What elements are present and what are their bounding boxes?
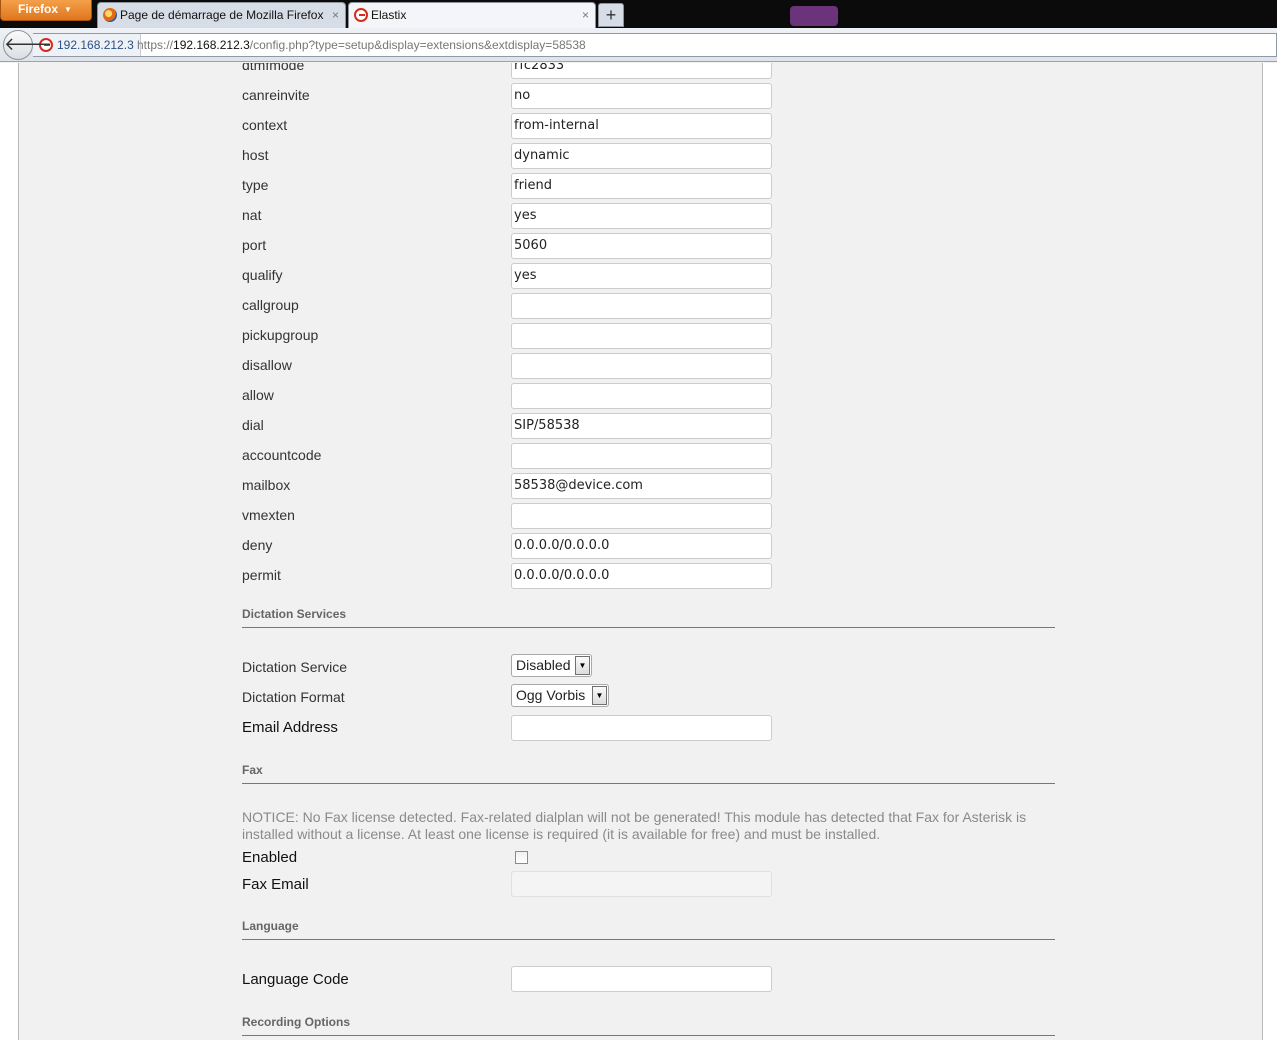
setting-input-pickupgroup[interactable] bbox=[511, 323, 772, 349]
address-bar[interactable]: 192.168.212.3 https://192.168.212.3/conf… bbox=[33, 33, 1277, 57]
dictation-section-header: Dictation Services bbox=[242, 607, 1055, 628]
setting-label-context: context bbox=[242, 117, 288, 133]
tab-title: Page de démarrage de Mozilla Firefox bbox=[120, 8, 324, 22]
setting-input-context[interactable]: from-internal bbox=[511, 113, 772, 139]
setting-input-deny[interactable]: 0.0.0.0/0.0.0.0 bbox=[511, 533, 772, 559]
setting-input-nat[interactable]: yes bbox=[511, 203, 772, 229]
setting-label-dial: dial bbox=[242, 417, 264, 433]
setting-input-callgroup[interactable] bbox=[511, 293, 772, 319]
dictation-email-label: Email Address bbox=[242, 719, 338, 736]
elastix-favicon-icon bbox=[354, 8, 368, 22]
setting-label-nat: nat bbox=[242, 207, 262, 223]
firefox-menu-label: Firefox bbox=[18, 2, 59, 16]
chevron-down-icon: ▼ bbox=[592, 686, 607, 705]
setting-input-allow[interactable] bbox=[511, 383, 772, 409]
setting-label-qualify: qualify bbox=[242, 267, 283, 283]
vertical-scrollbar[interactable] bbox=[1263, 63, 1277, 1040]
setting-input-mailbox[interactable]: 58538@device.com bbox=[511, 473, 772, 499]
navigation-bar: 192.168.212.3 https://192.168.212.3/conf… bbox=[0, 28, 1277, 62]
new-tab-button[interactable]: + bbox=[598, 3, 624, 27]
setting-label-deny: deny bbox=[242, 537, 273, 553]
setting-label-type: type bbox=[242, 177, 269, 193]
setting-label-mailbox: mailbox bbox=[242, 477, 291, 493]
url-host: 192.168.212.3 bbox=[173, 38, 250, 52]
recording-section-header: Recording Options bbox=[242, 1015, 1055, 1036]
setting-input-host[interactable]: dynamic bbox=[511, 143, 772, 169]
setting-label-host: host bbox=[242, 147, 269, 163]
setting-label-allow: allow bbox=[242, 387, 274, 403]
setting-label-callgroup: callgroup bbox=[242, 297, 299, 313]
dictation-email-input[interactable] bbox=[511, 715, 772, 741]
setting-input-qualify[interactable]: yes bbox=[511, 263, 772, 289]
site-identity-label: 192.168.212.3 bbox=[57, 38, 134, 52]
setting-input-port[interactable]: 5060 bbox=[511, 233, 772, 259]
url-text[interactable]: https://192.168.212.3/config.php?type=se… bbox=[137, 34, 586, 56]
dictation-format-label: Dictation Format bbox=[242, 689, 345, 705]
chevron-down-icon: ▼ bbox=[64, 5, 72, 14]
setting-input-type[interactable]: friend bbox=[511, 173, 772, 199]
tab-start-page[interactable]: Page de démarrage de Mozilla Firefox × bbox=[97, 2, 346, 28]
setting-label-pickupgroup: pickupgroup bbox=[242, 327, 319, 343]
chevron-down-icon: ▼ bbox=[575, 656, 590, 675]
setting-input-dial[interactable]: SIP/58538 bbox=[511, 413, 772, 439]
dictation-format-value: Ogg Vorbis bbox=[516, 687, 586, 703]
dictation-format-select[interactable]: Ogg Vorbis ▼ bbox=[511, 684, 609, 707]
setting-label-disallow: disallow bbox=[242, 357, 292, 373]
fax-email-input[interactable] bbox=[511, 871, 772, 897]
fax-section-header: Fax bbox=[242, 763, 1055, 784]
back-arrow-icon: 🡐 bbox=[4, 34, 53, 54]
tab-elastix[interactable]: Elastix × bbox=[348, 2, 596, 28]
firefox-favicon-icon bbox=[103, 8, 117, 22]
fax-license-notice: NOTICE: No Fax license detected. Fax-rel… bbox=[242, 809, 1027, 842]
language-code-input[interactable] bbox=[511, 966, 772, 992]
fax-enabled-checkbox[interactable] bbox=[515, 851, 528, 864]
firefox-menu-button[interactable]: Firefox ▼ bbox=[0, 0, 92, 21]
language-section-header: Language bbox=[242, 919, 1055, 940]
setting-input-disallow[interactable] bbox=[511, 353, 772, 379]
tab-bar: Firefox ▼ Page de démarrage de Mozilla Fi… bbox=[0, 0, 1277, 28]
tab-title: Elastix bbox=[371, 8, 407, 22]
url-prefix: https:// bbox=[137, 38, 174, 52]
fax-email-label: Fax Email bbox=[242, 876, 309, 893]
setting-input-vmexten[interactable] bbox=[511, 503, 772, 529]
setting-label-accountcode: accountcode bbox=[242, 447, 322, 463]
url-path: /config.php?type=setup&display=extension… bbox=[249, 38, 586, 52]
dictation-service-value: Disabled bbox=[516, 657, 571, 673]
setting-input-canreinvite[interactable]: no bbox=[511, 83, 772, 109]
close-tab-icon[interactable]: × bbox=[332, 3, 339, 27]
setting-label-permit: permit bbox=[242, 567, 281, 583]
page-viewport: dtmfmode rfc2833 canreinvite no context from-… bbox=[0, 63, 1277, 1040]
back-button[interactable]: 🡐 bbox=[3, 30, 52, 60]
dictation-service-select[interactable]: Disabled ▼ bbox=[511, 654, 592, 677]
setting-input-permit[interactable]: 0.0.0.0/0.0.0.0 bbox=[511, 563, 772, 589]
setting-input-accountcode[interactable] bbox=[511, 443, 772, 469]
language-code-label: Language Code bbox=[242, 971, 349, 988]
setting-label-dtmfmode: dtmfmode bbox=[242, 63, 305, 73]
setting-input-dtmfmode[interactable]: rfc2833 bbox=[511, 63, 772, 79]
setting-label-canreinvite: canreinvite bbox=[242, 87, 310, 103]
setting-label-port: port bbox=[242, 237, 267, 253]
fax-enabled-label: Enabled bbox=[242, 849, 298, 866]
taskbar-glow bbox=[790, 6, 838, 26]
dictation-service-label: Dictation Service bbox=[242, 659, 348, 675]
close-tab-icon[interactable]: × bbox=[582, 3, 589, 27]
setting-label-vmexten: vmexten bbox=[242, 507, 295, 523]
